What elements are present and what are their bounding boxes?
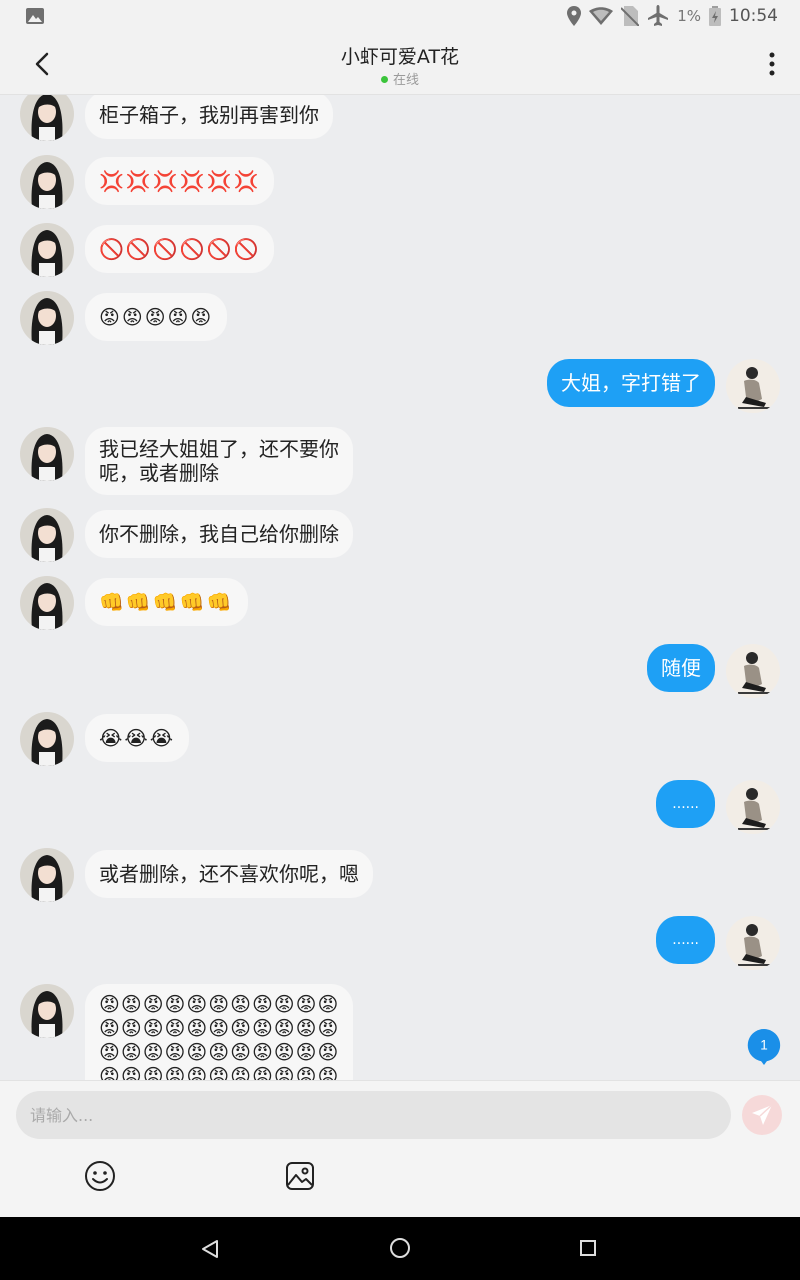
message-text: 😡😡😡😡😡😡😡😡😡😡😡 (99, 992, 340, 1016)
message-text-line4: 😡😡😡😡😡😡😡😡😡😡😡 (99, 1064, 340, 1080)
contact-avatar[interactable] (20, 984, 74, 1038)
online-status-label: 在线 (392, 73, 419, 88)
clock: 10:54 (729, 6, 778, 26)
incoming-message[interactable]: 😭😭😭 (85, 714, 190, 762)
emoji-button[interactable] (84, 1160, 116, 1192)
gallery-notification-icon (26, 8, 44, 24)
incoming-message[interactable]: 🚫🚫🚫🚫🚫🚫 (85, 225, 275, 273)
incoming-message[interactable]: 柜子箱子，我别再害到你 (85, 95, 333, 139)
message-text: 👊👊👊👊👊 (99, 590, 234, 614)
battery-percent: 1% (677, 7, 701, 25)
my-avatar[interactable] (726, 916, 780, 970)
message-text: 💢💢💢💢💢💢 (99, 169, 261, 193)
message-text: 你不删除，我自己给你删除 (99, 522, 339, 546)
more-options-button[interactable] (762, 48, 782, 80)
message-text: 随便 (661, 656, 701, 680)
online-dot (380, 76, 388, 83)
incoming-message[interactable]: 😡😡😡😡😡😡😡😡😡😡😡 😡😡😡😡😡😡😡😡😡😡😡 😡😡😡😡😡😡😡😡😡😡😡 😡😡😡😡… (85, 984, 354, 1080)
message-text: 🚫🚫🚫🚫🚫🚫 (99, 237, 261, 261)
contact-avatar[interactable] (20, 291, 74, 345)
send-button[interactable] (742, 1095, 782, 1135)
incoming-message[interactable]: 💢💢💢💢💢💢 (85, 157, 275, 205)
contact-avatar[interactable] (20, 508, 74, 562)
nav-recents-icon[interactable] (579, 1239, 597, 1257)
message-text: 大姐，字打错了 (561, 371, 701, 395)
chat-header: 小虾可爱AT花 在线 (0, 34, 800, 95)
message-input[interactable] (16, 1091, 731, 1139)
message-text: 😡😡😡😡😡 (99, 305, 214, 329)
outgoing-message[interactable]: 随便 (647, 644, 715, 692)
location-icon (567, 6, 582, 26)
unread-badge[interactable]: 1 (746, 1029, 782, 1065)
contact-avatar[interactable] (20, 95, 74, 141)
message-text-line2: 呢，或者删除 (99, 461, 219, 485)
contact-name: 小虾可爱AT花 (340, 46, 460, 68)
more-vertical-icon (769, 52, 775, 76)
message-text: ...... (672, 932, 699, 948)
my-avatar[interactable] (726, 359, 780, 413)
incoming-message[interactable]: 或者删除，还不喜欢你呢，嗯 (85, 850, 373, 898)
wifi-icon (589, 7, 614, 25)
contact-avatar[interactable] (20, 848, 74, 902)
nav-home-icon[interactable] (389, 1237, 411, 1259)
no-sim-icon (621, 6, 640, 26)
outgoing-message[interactable]: ...... (656, 916, 715, 964)
incoming-message[interactable]: 👊👊👊👊👊 (85, 578, 248, 626)
contact-avatar[interactable] (20, 155, 74, 209)
contact-avatar[interactable] (20, 223, 74, 277)
incoming-message[interactable]: 你不删除，我自己给你删除 (85, 510, 353, 558)
incoming-message[interactable]: 我已经大姐姐了，还不要你 呢，或者删除 (85, 427, 353, 495)
system-nav-bar (0, 1217, 800, 1280)
my-avatar[interactable] (726, 644, 780, 698)
contact-avatar[interactable] (20, 427, 74, 481)
online-status: 在线 (0, 69, 800, 88)
battery-icon (709, 6, 721, 26)
message-text-line3: 😡😡😡😡😡😡😡😡😡😡😡 (99, 1040, 340, 1064)
outgoing-message[interactable]: ...... (656, 780, 715, 828)
image-icon (286, 1162, 314, 1190)
incoming-message[interactable]: 😡😡😡😡😡 (85, 293, 228, 341)
message-text: 😭😭😭 (99, 726, 176, 750)
contact-avatar[interactable] (20, 576, 74, 630)
airplane-icon (648, 5, 669, 26)
outgoing-message[interactable]: 大姐，字打错了 (547, 359, 715, 407)
my-avatar[interactable] (726, 780, 780, 834)
message-text: ...... (672, 796, 699, 812)
contact-avatar[interactable] (20, 712, 74, 766)
status-bar: 1% 10:54 (0, 0, 800, 34)
message-list[interactable]: 柜子箱子，我别再害到你 💢💢💢💢💢💢 🚫🚫🚫🚫🚫🚫 😡😡😡😡😡 大姐，字打错了 … (0, 95, 800, 1080)
message-text: 或者删除，还不喜欢你呢，嗯 (99, 862, 359, 886)
image-button[interactable] (284, 1160, 316, 1192)
emoji-icon (85, 1161, 115, 1191)
nav-back-icon[interactable] (200, 1239, 220, 1259)
message-text-line2: 😡😡😡😡😡😡😡😡😡😡😡 (99, 1016, 340, 1040)
message-text: 我已经大姐姐了，还不要你 (99, 437, 339, 461)
unread-count: 1 (760, 1038, 768, 1053)
message-text: 柜子箱子，我别再害到你 (99, 103, 319, 127)
composer (0, 1080, 800, 1217)
send-icon (752, 1104, 773, 1125)
